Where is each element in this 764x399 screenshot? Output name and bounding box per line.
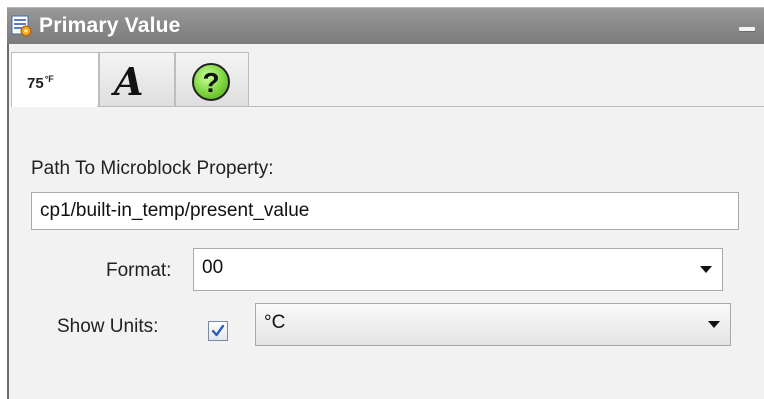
- path-input[interactable]: [31, 192, 739, 230]
- path-label: Path To Microblock Property:: [31, 158, 274, 179]
- format-label: Format:: [106, 260, 172, 281]
- chevron-down-icon: [700, 266, 712, 273]
- tab-value-label: 75°F: [27, 74, 54, 92]
- tab-help[interactable]: ?: [175, 52, 249, 107]
- help-icon: ?: [192, 63, 230, 101]
- window-title: Primary Value: [39, 14, 181, 37]
- show-units-checkbox[interactable]: [208, 321, 228, 341]
- tab-value[interactable]: 75°F: [11, 52, 99, 108]
- units-select[interactable]: °C: [255, 303, 731, 346]
- show-units-label: Show Units:: [57, 316, 159, 337]
- titlebar: Primary Value: [7, 7, 764, 44]
- units-value: °C: [264, 312, 286, 333]
- tab-strip: 75°F A ?: [7, 44, 764, 108]
- tab-font[interactable]: A: [99, 52, 175, 107]
- minimize-icon[interactable]: [738, 20, 756, 34]
- chevron-down-icon: [708, 321, 720, 328]
- check-icon: [211, 324, 225, 337]
- format-value: 00: [202, 257, 224, 278]
- properties-icon: [11, 15, 33, 37]
- format-select[interactable]: 00: [193, 248, 723, 291]
- font-icon: A: [114, 59, 144, 104]
